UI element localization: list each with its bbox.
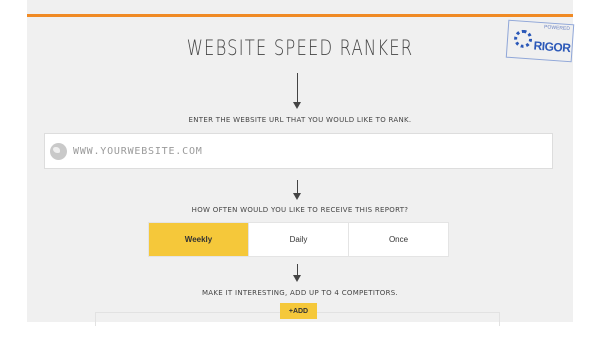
accent-bar (27, 14, 573, 17)
frequency-option-weekly[interactable]: Weekly (149, 223, 249, 256)
frequency-prompt: HOW OFTEN WOULD YOU LIKE TO RECEIVE THIS… (191, 206, 409, 214)
brand-name: RIGOR (533, 38, 571, 56)
add-competitor-button[interactable]: +ADD (280, 303, 317, 319)
frequency-selector: Weekly Daily Once (148, 222, 449, 257)
competitors-prompt: MAKE IT INTERESTING, ADD UP TO 4 COMPETI… (201, 289, 399, 297)
globe-icon (50, 143, 67, 160)
url-field[interactable] (44, 133, 553, 169)
url-prompt: ENTER THE WEBSITE URL THAT YOU WOULD LIK… (188, 116, 412, 124)
url-input[interactable] (73, 144, 473, 159)
arrow-down-icon (293, 73, 301, 109)
frequency-option-once[interactable]: Once (349, 223, 448, 256)
arrow-down-icon (293, 180, 301, 200)
frequency-option-daily[interactable]: Daily (249, 223, 349, 256)
powered-by-text: POWERED (543, 24, 571, 33)
arrow-down-icon (293, 264, 301, 282)
page-title: WEBSITE SPEED RANKER (186, 36, 414, 60)
